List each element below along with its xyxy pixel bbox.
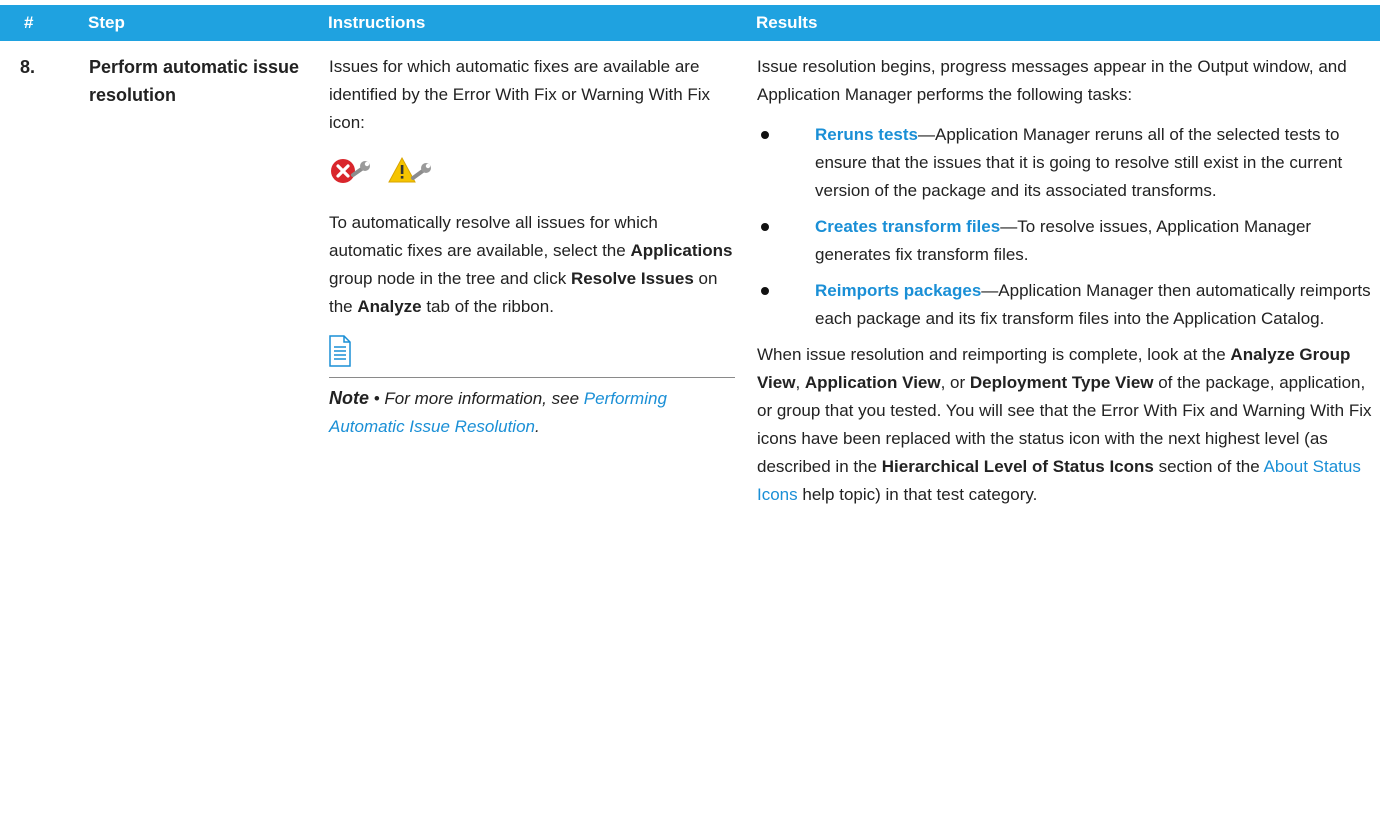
header-num: # bbox=[24, 13, 34, 32]
note-document-icon bbox=[329, 335, 351, 376]
instructions-intro: Issues for which automatic fixes are ava… bbox=[329, 57, 711, 132]
header-step: Step bbox=[88, 13, 125, 32]
steps-table: # Step Instructions Results 8. Perform a… bbox=[0, 5, 1380, 510]
bullet-icon bbox=[761, 131, 769, 139]
applications-term: Applications bbox=[630, 241, 733, 260]
header-results: Results bbox=[756, 13, 818, 32]
list-item: Reruns tests—Application Manager reruns … bbox=[757, 121, 1374, 205]
table-row: 8. Perform automatic issue resolution Is… bbox=[0, 41, 1380, 510]
instructions-resolve: To automatically resolve all issues for … bbox=[329, 213, 733, 316]
analyze-term: Analyze bbox=[357, 297, 422, 316]
instructions-cell: Issues for which automatic fixes are ava… bbox=[328, 41, 756, 510]
note-divider bbox=[329, 331, 735, 378]
results-conclusion: When issue resolution and reimporting is… bbox=[757, 345, 1372, 504]
resolve-issues-term: Resolve Issues bbox=[570, 269, 694, 288]
note-text: Note • For more information, see Perform… bbox=[329, 388, 667, 436]
results-intro: Issue resolution begins, progress messag… bbox=[757, 57, 1347, 104]
reimports-packages-link[interactable]: Reimports packages bbox=[815, 281, 981, 300]
error-with-fix-icon bbox=[329, 154, 373, 197]
creates-transform-files-link[interactable]: Creates transform files bbox=[815, 217, 1000, 236]
results-cell: Issue resolution begins, progress messag… bbox=[756, 41, 1380, 510]
task-list: Reruns tests—Application Manager reruns … bbox=[757, 121, 1374, 333]
list-item: Reimports packages—Application Manager t… bbox=[757, 277, 1374, 333]
warning-with-fix-icon bbox=[387, 154, 435, 197]
list-item: Creates transform files—To resolve issue… bbox=[757, 213, 1374, 269]
document-page: # Step Instructions Results 8. Perform a… bbox=[0, 0, 1380, 833]
reruns-tests-link[interactable]: Reruns tests bbox=[815, 125, 918, 144]
fix-icons bbox=[329, 155, 736, 195]
note-block: Note • For more information, see Perform… bbox=[329, 331, 736, 441]
step-title: Perform automatic issue resolution bbox=[89, 57, 300, 105]
step-number: 8. bbox=[20, 57, 36, 77]
bullet-icon bbox=[761, 287, 769, 295]
header-instructions: Instructions bbox=[328, 13, 426, 32]
table-header-row: # Step Instructions Results bbox=[0, 5, 1380, 41]
bullet-icon bbox=[761, 223, 769, 231]
